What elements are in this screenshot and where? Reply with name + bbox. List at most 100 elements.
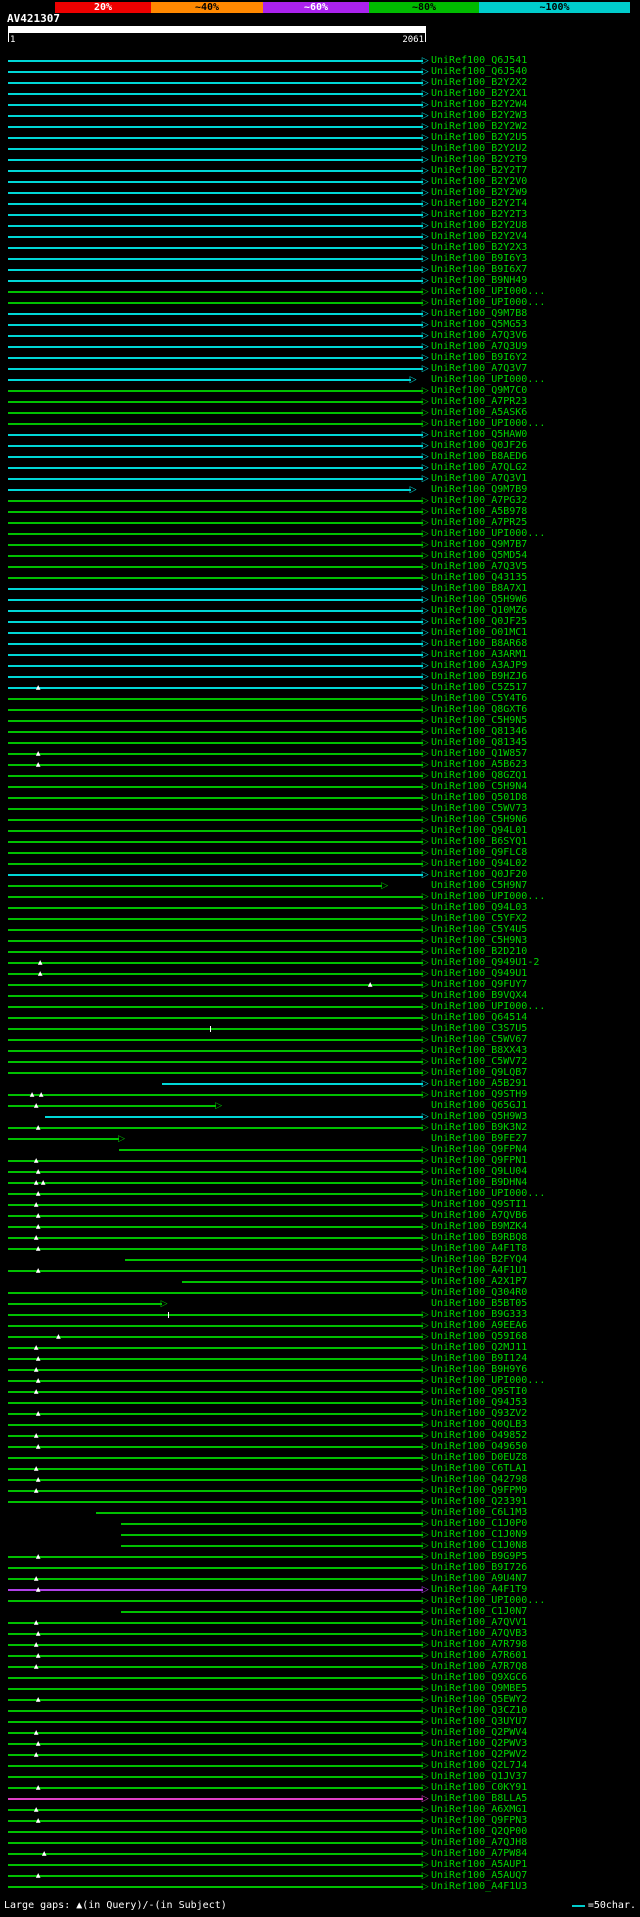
hit-bar[interactable]	[8, 1655, 423, 1657]
hit-label[interactable]: UniRef100_Q23391	[431, 1496, 527, 1507]
hit-label[interactable]: UniRef100_Q9LU04	[431, 1166, 527, 1177]
hit-bar[interactable]	[8, 269, 423, 271]
hit-label[interactable]: UniRef100_C1J0N8	[431, 1540, 527, 1551]
hit-label[interactable]: UniRef100_Q10MZ6	[431, 605, 527, 616]
hit-bar[interactable]	[125, 1259, 423, 1261]
hit-bar[interactable]	[8, 1215, 423, 1217]
hit-label[interactable]: UniRef100_C5H9N6	[431, 814, 527, 825]
hit-bar[interactable]	[8, 390, 423, 392]
hit-label[interactable]: UniRef100_Q5MD54	[431, 550, 527, 561]
hit-label[interactable]: UniRef100_B9H9Y6	[431, 1364, 527, 1375]
hit-label[interactable]: UniRef100_C5WV72	[431, 1056, 527, 1067]
hit-label[interactable]: UniRef100_A7QVV1	[431, 1617, 527, 1628]
hit-label[interactable]: UniRef100_Q0JF20	[431, 869, 527, 880]
hit-bar[interactable]	[8, 148, 423, 150]
hit-label[interactable]: UniRef100_D0EUZ8	[431, 1452, 527, 1463]
hit-bar[interactable]	[8, 1589, 423, 1591]
hit-bar[interactable]	[8, 1600, 423, 1602]
hit-bar[interactable]	[8, 621, 423, 623]
hit-bar[interactable]	[8, 1490, 423, 1492]
hit-label[interactable]: UniRef100_C5Z517	[431, 682, 527, 693]
hit-bar[interactable]	[8, 1391, 423, 1393]
hit-bar[interactable]	[8, 929, 423, 931]
hit-label[interactable]: UniRef100_A2X1P7	[431, 1276, 527, 1287]
hit-label[interactable]: UniRef100_A9EEA6	[431, 1320, 527, 1331]
hit-bar[interactable]	[8, 962, 423, 964]
hit-label[interactable]: UniRef100_UPI000...	[431, 297, 545, 308]
hit-label[interactable]: UniRef100_Q3CZ10	[431, 1705, 527, 1716]
hit-bar[interactable]	[8, 984, 423, 986]
hit-label[interactable]: UniRef100_C5Y4U5	[431, 924, 527, 935]
hit-bar[interactable]	[8, 1578, 423, 1580]
hit-label[interactable]: UniRef100_B2Y2T9	[431, 154, 527, 165]
hit-label[interactable]: UniRef100_Q2MJ11	[431, 1342, 527, 1353]
hit-label[interactable]: UniRef100_Q9M7C0	[431, 385, 527, 396]
hit-bar[interactable]	[8, 544, 423, 546]
hit-bar[interactable]	[8, 71, 423, 73]
hit-bar[interactable]	[8, 1094, 423, 1096]
hit-label[interactable]: UniRef100_Q304R0	[431, 1287, 527, 1298]
hit-bar[interactable]	[8, 1677, 423, 1679]
hit-label[interactable]: UniRef100_Q9LQB7	[431, 1067, 527, 1078]
hit-label[interactable]: UniRef100_A9U4N7	[431, 1573, 527, 1584]
hit-bar[interactable]	[8, 247, 423, 249]
hit-label[interactable]: UniRef100_B2Y2U2	[431, 143, 527, 154]
hit-bar[interactable]	[8, 192, 423, 194]
hit-bar[interactable]	[8, 1226, 423, 1228]
hit-bar[interactable]	[8, 478, 423, 480]
hit-bar[interactable]	[8, 1061, 423, 1063]
hit-label[interactable]: UniRef100_Q65GJ1	[431, 1100, 527, 1111]
hit-bar[interactable]	[8, 632, 423, 634]
hit-label[interactable]: UniRef100_A7Q3U9	[431, 341, 527, 352]
hit-bar[interactable]	[8, 555, 423, 557]
hit-label[interactable]: UniRef100_B2Y2T3	[431, 209, 527, 220]
hit-bar[interactable]	[8, 973, 423, 975]
hit-label[interactable]: UniRef100_B9HZJ6	[431, 671, 527, 682]
hit-bar[interactable]	[8, 1710, 423, 1712]
hit-bar[interactable]	[8, 511, 423, 513]
hit-bar[interactable]	[8, 951, 423, 953]
hit-bar[interactable]	[8, 1237, 423, 1239]
hit-bar[interactable]	[8, 379, 411, 381]
hit-label[interactable]: UniRef100_B2Y2U5	[431, 132, 527, 143]
hit-bar[interactable]	[8, 852, 423, 854]
hit-bar[interactable]	[8, 1017, 423, 1019]
hit-label[interactable]: UniRef100_UPI000...	[431, 286, 545, 297]
hit-bar[interactable]	[8, 1622, 423, 1624]
hit-bar[interactable]	[8, 1831, 423, 1833]
hit-bar[interactable]	[8, 500, 423, 502]
hit-bar[interactable]	[8, 258, 423, 260]
hit-label[interactable]: UniRef100_Q1W857	[431, 748, 527, 759]
hit-bar[interactable]	[8, 687, 423, 689]
hit-bar[interactable]	[8, 654, 423, 656]
hit-bar[interactable]	[8, 1765, 423, 1767]
hit-label[interactable]: UniRef100_A4F1U3	[431, 1881, 527, 1892]
hit-label[interactable]: UniRef100_B2D210	[431, 946, 527, 957]
hit-label[interactable]: UniRef100_B2Y2V0	[431, 176, 527, 187]
hit-label[interactable]: UniRef100_Q9FUY7	[431, 979, 527, 990]
hit-bar[interactable]	[8, 1424, 423, 1426]
hit-bar[interactable]	[8, 1358, 423, 1360]
hit-bar[interactable]	[8, 346, 423, 348]
hit-bar[interactable]	[8, 1666, 423, 1668]
hit-label[interactable]: UniRef100_B2Y2W4	[431, 99, 527, 110]
hit-label[interactable]: UniRef100_B5BT05	[431, 1298, 527, 1309]
hit-bar[interactable]	[8, 1501, 423, 1503]
hit-label[interactable]: UniRef100_A7QJH8	[431, 1837, 527, 1848]
hit-label[interactable]: UniRef100_A7PR25	[431, 517, 527, 528]
hit-bar[interactable]	[8, 1809, 423, 1811]
hit-bar[interactable]	[8, 170, 423, 172]
hit-label[interactable]: UniRef100_A7Q3V6	[431, 330, 527, 341]
hit-label[interactable]: UniRef100_A7QLG2	[431, 462, 527, 473]
hit-label[interactable]: UniRef100_Q2PWV2	[431, 1749, 527, 1760]
hit-bar[interactable]	[8, 1644, 423, 1646]
hit-label[interactable]: UniRef100_A4F1T8	[431, 1243, 527, 1254]
hit-bar[interactable]	[8, 357, 423, 359]
hit-bar[interactable]	[121, 1611, 423, 1613]
hit-bar[interactable]	[8, 1127, 423, 1129]
hit-bar[interactable]	[8, 1556, 423, 1558]
hit-bar[interactable]	[8, 610, 423, 612]
hit-label[interactable]: UniRef100_Q81345	[431, 737, 527, 748]
hit-bar[interactable]	[8, 588, 423, 590]
hit-bar[interactable]	[8, 1182, 423, 1184]
